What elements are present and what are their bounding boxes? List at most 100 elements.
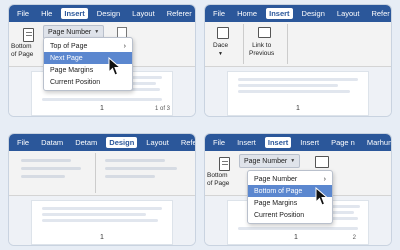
ribbon (9, 151, 195, 196)
document-icon (23, 28, 34, 42)
menu-item-label: Current Position (50, 78, 101, 86)
text-line (42, 207, 162, 210)
text-line (238, 90, 350, 93)
text-line (130, 82, 156, 85)
caret-down-icon: ▼ (290, 158, 296, 164)
ribbon-placeholder (21, 175, 65, 178)
caret-down-icon: ▼ (94, 29, 100, 35)
page-number-text: 1 (294, 234, 298, 241)
tab-hle[interactable]: Hle (38, 8, 55, 19)
tab-insert-3[interactable]: Insert (297, 137, 322, 148)
tab-references[interactable]: Referer (164, 8, 195, 19)
mouse-pointer-icon (315, 187, 329, 206)
menu-item-label: Top of Page (50, 42, 88, 50)
document-area: 1 (205, 67, 391, 116)
link-label-line-2: Previous (249, 50, 275, 57)
ribbon-tab-bar: File Hle Insert Design Layout Referer (9, 5, 195, 22)
panel-2-header-footer-tools: File Home Insert Design Layout Refer Dac… (204, 4, 392, 117)
text-line (42, 219, 158, 222)
ribbon: Dace ▼ Link to Previous (205, 22, 391, 67)
page-count-text: 2 (352, 235, 356, 241)
text-line (238, 78, 358, 81)
menu-item-current-position[interactable]: Current Position (248, 209, 332, 221)
tab-file[interactable]: File (14, 8, 32, 19)
bottom-of-page-label[interactable]: Bottom of Page (11, 43, 33, 59)
tab-references[interactable]: Refer (178, 137, 195, 148)
panel-1-insert-page-number-menu: File Hle Insert Design Layout Referer Bo… (8, 4, 196, 117)
tab-insert-1[interactable]: Insert (234, 137, 259, 148)
ribbon-tab-bar: File Home Insert Design Layout Refer (205, 5, 391, 22)
ribbon-tab-bar: File Insert Insert Insert Page n Marhum (205, 134, 391, 151)
text-line (130, 76, 162, 79)
ribbon-placeholder (105, 175, 155, 178)
caret-down-icon: ▼ (218, 51, 223, 57)
page-number-button[interactable]: Page Number ▼ (239, 154, 301, 168)
ribbon-placeholder (105, 167, 177, 170)
chevron-right-icon: › (123, 42, 126, 50)
menu-item-top-of-page[interactable]: Top of Page › (44, 40, 132, 52)
ribbon-divider (95, 153, 96, 193)
menu-item-current-position[interactable]: Current Position (44, 76, 132, 88)
menu-item-label: Page Margins (50, 66, 94, 74)
tab-page-n[interactable]: Page n (328, 137, 358, 148)
bottom-label-line-1: Bottom (207, 172, 228, 179)
tab-design[interactable]: Design (94, 8, 123, 19)
page-number-text: 1 (296, 105, 300, 112)
page-count-text: 1 of 3 (154, 106, 170, 112)
calendar-icon (217, 27, 229, 39)
link-icon (258, 27, 271, 38)
header-footer-icon[interactable] (315, 156, 329, 168)
tab-insert-2[interactable]: Insert (264, 137, 292, 148)
ribbon-divider (287, 24, 288, 64)
document-page: 1 (227, 71, 369, 116)
tab-layout[interactable]: Layout (334, 8, 363, 19)
text-line (42, 213, 146, 216)
menu-item-label: Page Number (254, 175, 298, 183)
menu-item-label: Next Page (50, 54, 83, 62)
ribbon-placeholder (105, 159, 165, 162)
chevron-right-icon: › (323, 175, 326, 183)
page-number-text: 1 (100, 234, 104, 241)
tab-marhum[interactable]: Marhum (364, 137, 391, 148)
bottom-of-page-label[interactable]: Bottom of Page (207, 172, 229, 188)
bottom-label-line-1: Bottom (11, 43, 32, 50)
document-page: 1 (31, 200, 173, 245)
panel-4-bottom-of-page-menu: File Insert Insert Insert Page n Marhum … (204, 133, 392, 246)
tab-insert[interactable]: Insert (266, 8, 293, 19)
tab-file[interactable]: File (14, 137, 32, 148)
text-line (238, 84, 338, 87)
document-area: 1 (9, 196, 195, 245)
tab-file[interactable]: File (210, 8, 228, 19)
menu-item-page-number[interactable]: Page Number › (248, 173, 332, 185)
tab-layout[interactable]: Layout (129, 8, 158, 19)
tab-insert[interactable]: Insert (61, 8, 88, 19)
ribbon-tab-bar: File Datam Detam Design Layout Refer (9, 134, 195, 151)
tab-layout[interactable]: Layout (143, 137, 172, 148)
page-number-button-label: Page Number (48, 28, 92, 36)
document-icon (219, 157, 230, 171)
link-label-line-1: Link to (252, 42, 272, 49)
panel-3-design-tab: File Datam Detam Design Layout Refer 1 (8, 133, 196, 246)
tab-detam[interactable]: Detam (72, 137, 100, 148)
bottom-label-line-2: of Page (207, 180, 230, 187)
tab-file[interactable]: File (210, 137, 228, 148)
text-line (130, 88, 160, 91)
tab-home[interactable]: Home (234, 8, 260, 19)
tab-references[interactable]: Refer (368, 8, 391, 19)
tab-design[interactable]: Design (299, 8, 328, 19)
ribbon-placeholder (21, 167, 81, 170)
tab-design[interactable]: Design (106, 137, 138, 148)
page-number-button-label: Page Number (244, 157, 288, 165)
page-number-text: 1 (100, 105, 104, 112)
mouse-pointer-icon (108, 57, 122, 76)
link-to-previous-button[interactable]: Link to Previous (249, 42, 274, 58)
menu-item-label: Bottom of Page (254, 187, 303, 195)
date-button-label[interactable]: Dace (213, 42, 228, 50)
text-line (238, 227, 358, 230)
menu-item-label: Page Margins (254, 199, 298, 207)
bottom-label-line-2: of Page (11, 51, 34, 58)
tab-datam[interactable]: Datam (38, 137, 66, 148)
menu-item-label: Current Position (254, 211, 305, 219)
ribbon-placeholder (21, 159, 71, 162)
ribbon-divider (243, 24, 244, 64)
